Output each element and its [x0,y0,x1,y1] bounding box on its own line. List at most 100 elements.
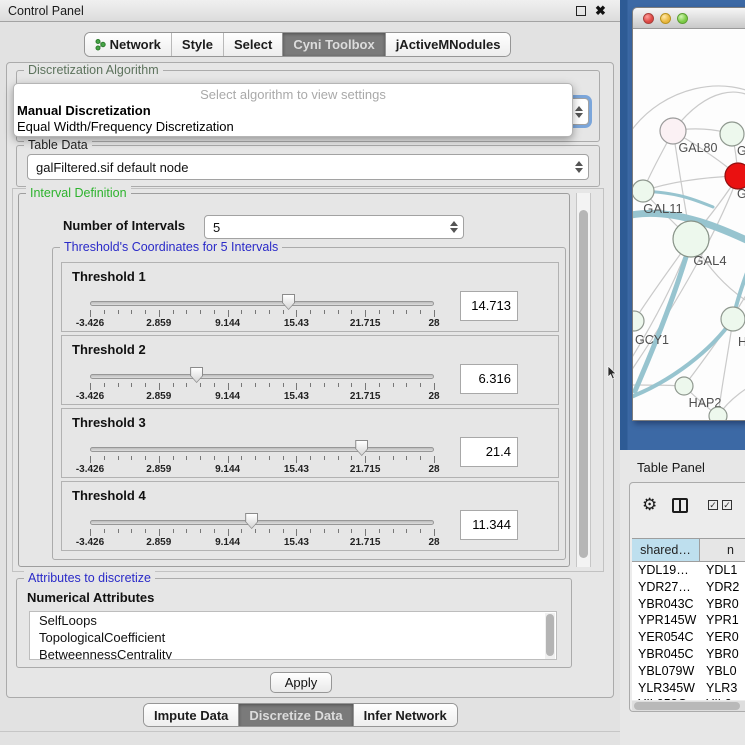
table-row[interactable]: YDR27…YDR2 [632,579,745,596]
scrollbar-thumb[interactable] [579,210,588,558]
threshold-slider-track[interactable] [90,447,434,452]
checkbox-icon[interactable]: ✓ [708,500,718,510]
threshold-label: Threshold 3 [72,415,146,430]
split-columns-icon[interactable] [672,498,688,513]
network-node[interactable] [709,407,727,421]
apply-button[interactable]: Apply [270,672,332,693]
network-node[interactable] [633,180,654,202]
slider-tick [214,310,215,314]
network-window-titlebar[interactable] [633,8,745,29]
dropdown-item-manual-discretization[interactable]: Manual Discretization [14,103,572,119]
threshold-slider-handle[interactable] [245,513,258,529]
close-icon[interactable]: ✖ [595,3,606,19]
table-row[interactable]: YBL079WYBL0 [632,663,745,680]
tab-impute-data[interactable]: Impute Data [144,704,238,727]
threshold-slider-handle[interactable] [282,294,295,310]
checkbox-icon[interactable]: ✓ [722,500,732,510]
attributes-listbox[interactable]: SelfLoopsTopologicalCoefficientBetweenne… [29,611,557,660]
table-cell: YDR27… [632,579,700,596]
slider-tick [118,310,119,314]
tab-infer-network[interactable]: Infer Network [353,704,457,727]
threshold-value-field[interactable]: 14.713 [460,291,518,321]
table-row[interactable]: YPR145WYPR1 [632,612,745,629]
slider-tick [145,310,146,314]
slider-tick [118,456,119,460]
gear-icon[interactable]: ⚙ [642,495,657,515]
slider-tick [118,529,119,533]
threshold-slider-handle[interactable] [355,440,368,456]
network-edge[interactable] [643,176,738,191]
network-node[interactable] [675,377,693,395]
slider-scale-label: 2.859 [146,537,171,548]
attribute-list-item[interactable]: TopologicalCoefficient [30,629,556,646]
table-data-group-title: Table Data [24,138,92,152]
slider-tick [379,383,380,387]
threshold-value-field[interactable]: 6.316 [460,364,518,394]
window-close-icon[interactable] [643,13,654,24]
network-node-label: H [738,335,745,349]
network-node-label: G [737,187,745,201]
slider-scale-label: 21.715 [350,537,381,548]
network-node[interactable] [673,221,709,257]
scrollbar-thumb[interactable] [546,614,554,656]
threshold-slider-track[interactable] [90,301,434,306]
slider-tick [296,529,297,536]
slider-tick [283,529,284,533]
num-intervals-combo[interactable]: 5 [204,215,464,239]
network-node-label: GA [737,144,745,158]
dropdown-item-equal-width-frequency[interactable]: Equal Width/Frequency Discretization [14,119,572,135]
slider-tick [351,310,352,314]
attribute-list-item[interactable]: SelfLoops [30,612,556,629]
table-data-group: Table Data galFiltered.sif default node [16,145,600,187]
network-view-window: GAL80GAGGAL11GAL4GCY1HHAP2 [632,7,745,421]
tab-style[interactable]: Style [171,33,223,56]
network-node[interactable] [725,163,745,189]
application-root: Control Panel ✖ Network Style Select [0,0,745,745]
network-canvas[interactable]: GAL80GAGGAL11GAL4GCY1HHAP2 [633,29,745,421]
tab-discretize-data[interactable]: Discretize Data [238,704,352,727]
threshold-slider-handle[interactable] [190,367,203,383]
table-row[interactable]: YLR345WYLR3 [632,680,745,697]
settings-scrollbar[interactable] [576,193,591,567]
threshold-value-field[interactable]: 11.344 [460,510,518,540]
tab-network[interactable]: Network [85,33,171,56]
table-data-combo[interactable]: galFiltered.sif default node [27,154,589,180]
threshold-label: Threshold 2 [72,342,146,357]
network-node[interactable] [633,311,644,331]
table-row[interactable]: YBR043CYBR0 [632,596,745,613]
attributes-scrollbar[interactable] [545,613,555,659]
tab-jactivemnodules[interactable]: jActiveMNodules [385,33,511,56]
slider-tick [406,310,407,314]
slider-tick [131,383,132,387]
tab-select[interactable]: Select [223,33,282,56]
threshold-slider-track[interactable] [90,520,434,525]
network-node[interactable] [720,122,744,146]
slider-tick [241,456,242,460]
table-row[interactable]: YIL052CYIL0 [632,696,745,700]
column-header-shared[interactable]: shared… [632,539,700,561]
table-horizontal-scrollbar[interactable] [632,701,745,711]
float-window-icon[interactable] [576,6,586,16]
top-tab-bar: Network Style Select Cyni Toolbox jActiv… [84,32,511,57]
window-zoom-icon[interactable] [677,13,688,24]
table-row[interactable]: YBR045CYBR0 [632,646,745,663]
column-header-name[interactable]: n [700,539,745,561]
slider-tick [338,529,339,533]
slider-scale-label: 9.144 [215,391,240,402]
slider-tick [90,310,91,317]
algorithm-dropdown-popup: Select algorithm to view settings Manual… [13,83,573,137]
window-minimize-icon[interactable] [660,13,671,24]
threshold-value-field[interactable]: 21.4 [460,437,518,467]
slider-scale-label: 15.43 [284,464,309,475]
table-row[interactable]: YDL19…YDL1 [632,562,745,579]
table-cell: YBR043C [632,596,700,613]
slider-tick [379,310,380,314]
threshold-slider-track[interactable] [90,374,434,379]
slider-tick [228,456,229,463]
tab-cyni-toolbox[interactable]: Cyni Toolbox [282,33,384,56]
network-node[interactable] [721,307,745,331]
attribute-list-item[interactable]: BetweennessCentrality [30,646,556,660]
table-row[interactable]: YER054CYER0 [632,629,745,646]
slider-scale-label: 21.715 [350,464,381,475]
scrollbar-thumb[interactable] [634,702,740,710]
